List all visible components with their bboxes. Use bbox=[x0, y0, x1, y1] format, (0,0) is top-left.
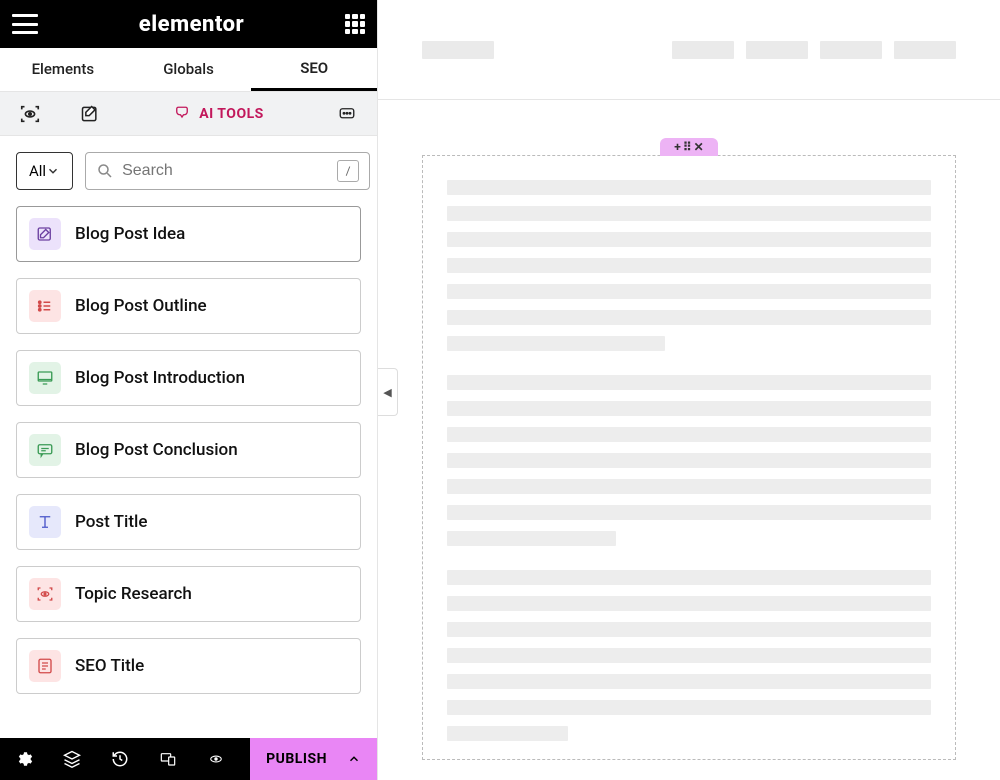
navigator-button[interactable] bbox=[48, 738, 96, 780]
search-input[interactable] bbox=[122, 162, 329, 180]
ai-tool-list: Blog Post Idea Blog Post Outline Blog Post… bbox=[0, 206, 377, 738]
tool-label: Blog Post Introduction bbox=[75, 368, 245, 388]
menu-button[interactable] bbox=[12, 14, 38, 34]
brand-logo: elementor bbox=[139, 12, 244, 37]
tool-item[interactable]: Topic Research bbox=[16, 566, 361, 622]
tab-elements[interactable]: Elements bbox=[0, 48, 126, 91]
collapse-panel-button[interactable]: ◀ bbox=[378, 368, 398, 416]
drag-icon: ⠿ bbox=[683, 140, 692, 154]
tool-item[interactable]: Blog Post Idea bbox=[16, 206, 361, 262]
tab-seo[interactable]: SEO bbox=[251, 48, 377, 91]
category-filter[interactable]: All bbox=[16, 152, 73, 190]
tool-item[interactable]: Blog Post Outline bbox=[16, 278, 361, 334]
search-icon bbox=[96, 162, 114, 180]
tab-globals[interactable]: Globals bbox=[126, 48, 252, 91]
chevron-down-icon bbox=[46, 164, 60, 178]
history-button[interactable] bbox=[96, 738, 144, 780]
responsive-button[interactable] bbox=[144, 738, 192, 780]
search-shortcut: / bbox=[337, 160, 359, 182]
ai-tools-label: AI TOOLS bbox=[199, 106, 264, 122]
tool-label: Post Title bbox=[75, 512, 147, 532]
tool-label: Blog Post Idea bbox=[75, 224, 185, 244]
content-section[interactable] bbox=[422, 155, 956, 760]
editor-canvas[interactable]: ◀ + ⠿ ✕ bbox=[378, 0, 1000, 780]
chat-icon bbox=[29, 434, 61, 466]
settings-button[interactable] bbox=[0, 738, 48, 780]
chat-button[interactable] bbox=[317, 92, 377, 135]
preview-button[interactable] bbox=[192, 738, 240, 780]
header-logo-placeholder bbox=[422, 41, 494, 59]
edit-icon bbox=[29, 218, 61, 250]
section-handle[interactable]: + ⠿ ✕ bbox=[660, 138, 718, 156]
header-nav-placeholder bbox=[746, 41, 808, 59]
monitor-icon bbox=[29, 362, 61, 394]
chevron-up-icon bbox=[347, 752, 361, 766]
tool-label: SEO Title bbox=[75, 656, 144, 676]
apps-button[interactable] bbox=[345, 14, 365, 34]
header-nav-placeholder bbox=[894, 41, 956, 59]
panel-tabs: Elements Globals SEO bbox=[0, 48, 377, 92]
publish-button[interactable]: PUBLISH bbox=[250, 738, 377, 780]
preview-focus-button[interactable] bbox=[0, 92, 60, 135]
edit-button[interactable] bbox=[60, 92, 120, 135]
tool-label: Blog Post Conclusion bbox=[75, 440, 238, 460]
seo-toolbar: AI TOOLS bbox=[0, 92, 377, 136]
tool-item[interactable]: Post Title bbox=[16, 494, 361, 550]
header-nav-placeholder bbox=[820, 41, 882, 59]
focus-icon bbox=[29, 578, 61, 610]
search-box[interactable]: / bbox=[85, 152, 370, 190]
page-header bbox=[378, 0, 1000, 100]
tool-label: Topic Research bbox=[75, 584, 192, 604]
article-icon bbox=[29, 650, 61, 682]
add-icon: + bbox=[674, 140, 681, 154]
close-icon: ✕ bbox=[694, 140, 704, 154]
tool-item[interactable]: Blog Post Conclusion bbox=[16, 422, 361, 478]
tool-item[interactable]: SEO Title bbox=[16, 638, 361, 694]
tool-label: Blog Post Outline bbox=[75, 296, 207, 316]
filter-value: All bbox=[29, 162, 46, 180]
header-nav-placeholder bbox=[672, 41, 734, 59]
publish-label: PUBLISH bbox=[266, 751, 327, 767]
bottom-bar: PUBLISH bbox=[0, 738, 377, 780]
ai-tools-button[interactable]: AI TOOLS bbox=[120, 92, 317, 135]
text-icon bbox=[29, 506, 61, 538]
tool-item[interactable]: Blog Post Introduction bbox=[16, 350, 361, 406]
list-icon bbox=[29, 290, 61, 322]
